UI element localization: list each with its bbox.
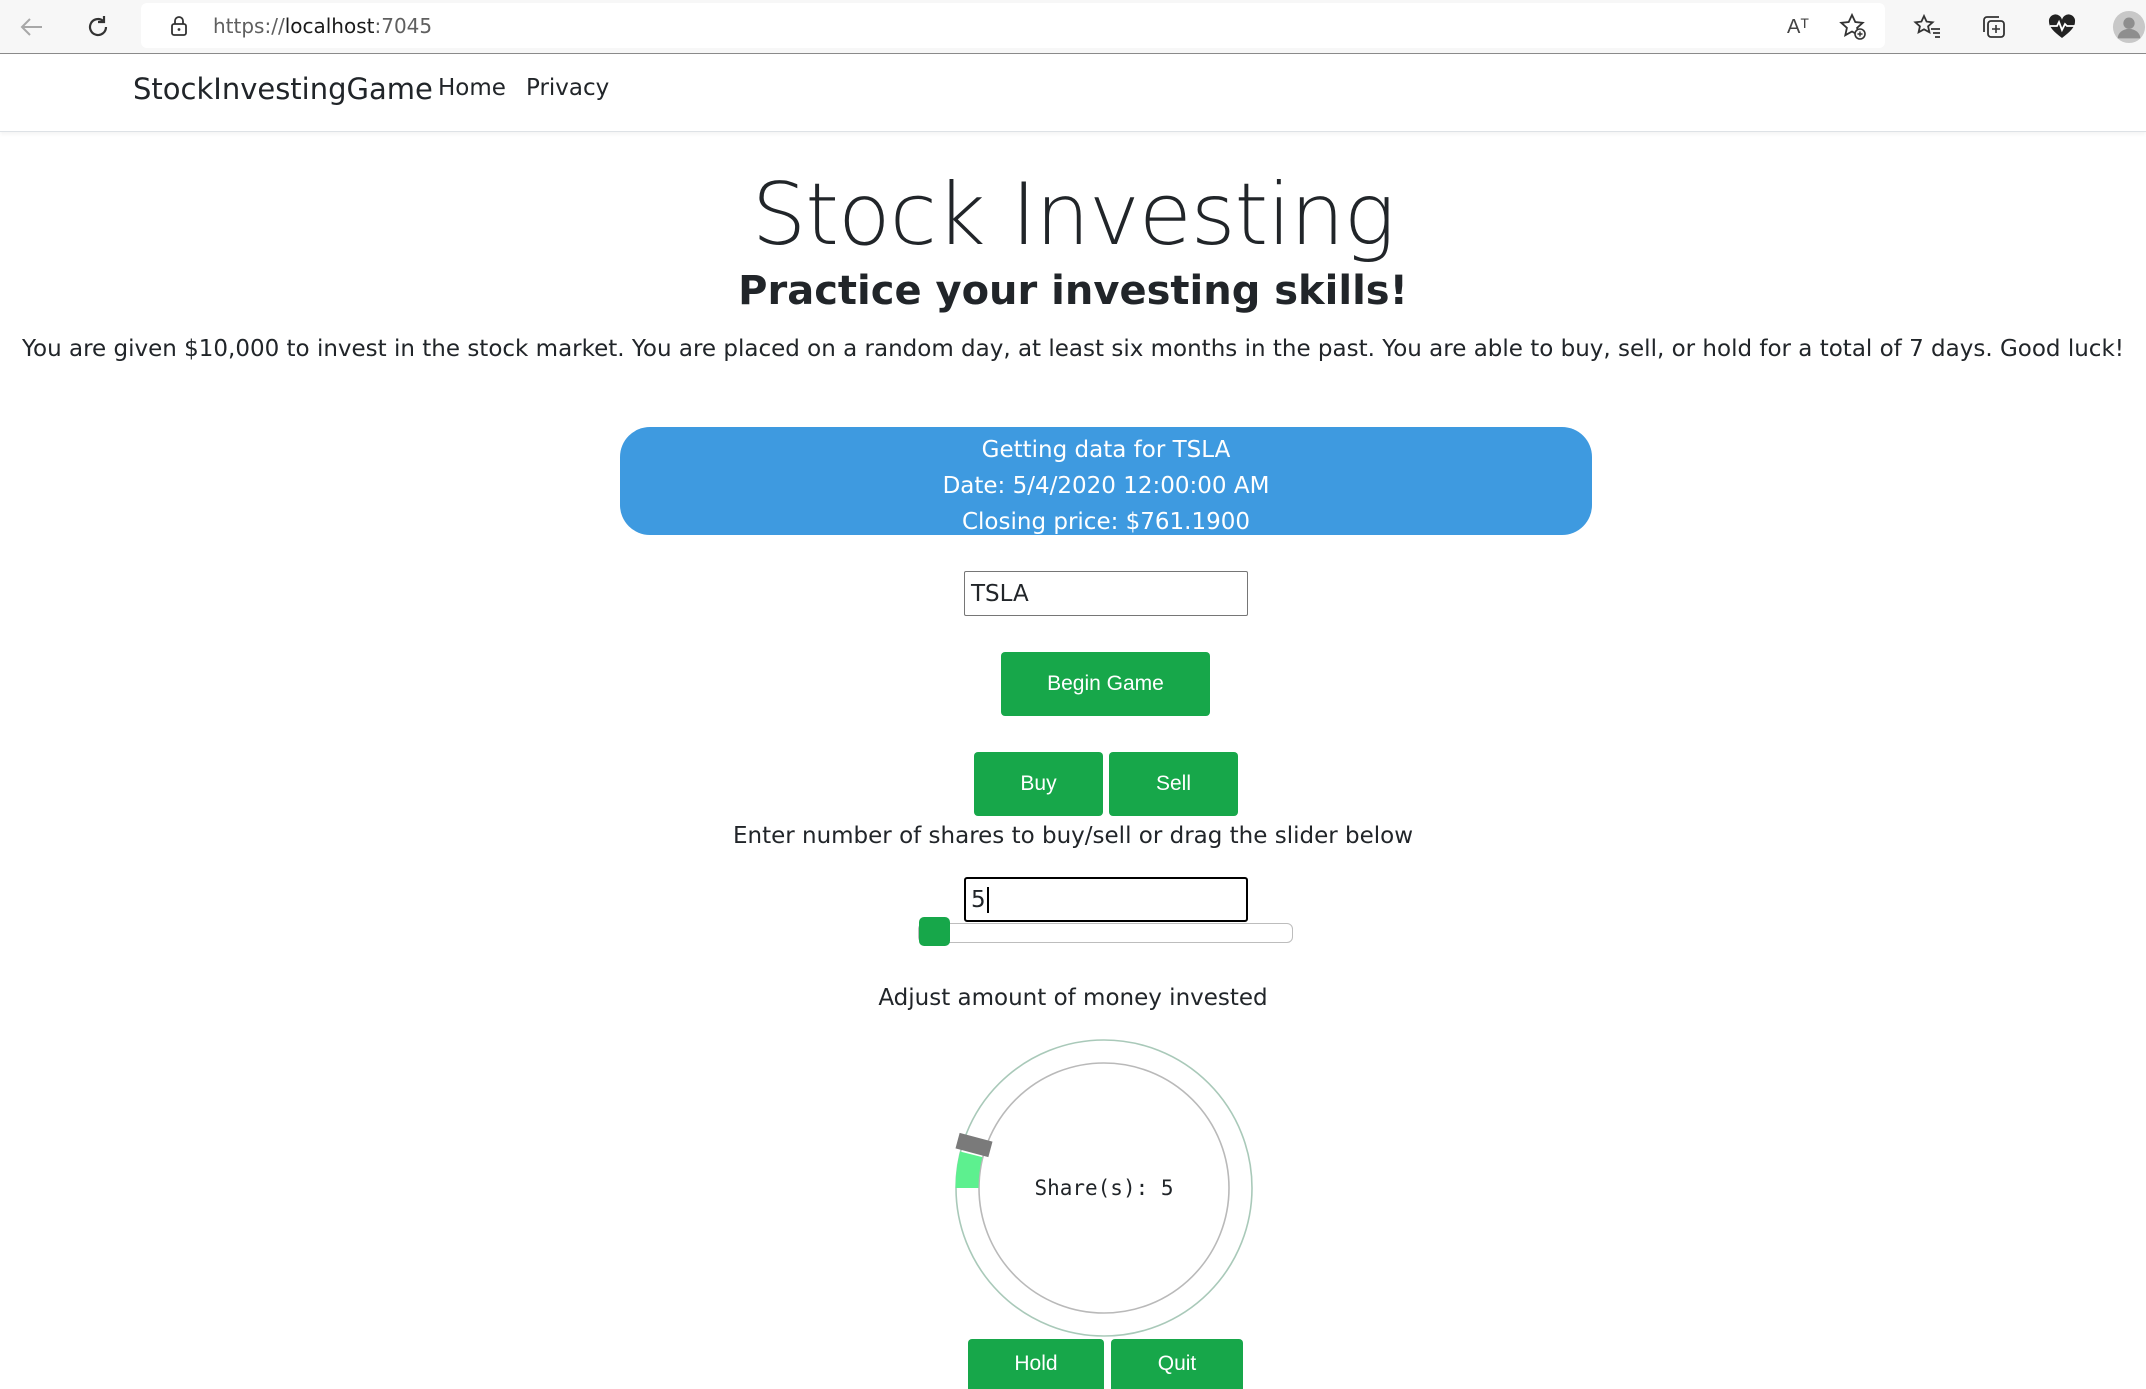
profile-avatar-icon bbox=[2112, 10, 2146, 44]
shares-input-value: 5 bbox=[971, 886, 986, 913]
shares-slider-track[interactable] bbox=[918, 923, 1293, 943]
status-line-price: Closing price: $761.1900 bbox=[961, 509, 1251, 535]
buy-button[interactable]: Buy bbox=[974, 752, 1103, 816]
shares-slider-thumb[interactable] bbox=[919, 917, 950, 946]
favorites-icon bbox=[1913, 13, 1940, 38]
profile-button[interactable] bbox=[2112, 9, 2146, 45]
quit-button[interactable]: Quit bbox=[1111, 1339, 1243, 1389]
knob-readout: Share(s): 5 bbox=[1034, 1176, 1174, 1200]
knob-label: Adjust amount of money invested bbox=[878, 985, 1268, 1011]
sell-button[interactable]: Sell bbox=[1109, 752, 1238, 816]
ticker-input[interactable]: TSLA bbox=[964, 571, 1248, 616]
text-caret bbox=[986, 886, 989, 913]
url-text: https://localhost:7045 bbox=[213, 14, 432, 38]
page-title: Stock Investing bbox=[751, 165, 1396, 265]
refresh-icon bbox=[88, 16, 108, 37]
hold-button[interactable]: Hold bbox=[968, 1339, 1104, 1389]
status-box: Getting data for TSLA Date: 5/4/2020 12:… bbox=[620, 427, 1592, 535]
collections-icon bbox=[1983, 16, 2005, 38]
address-bar[interactable]: https://localhost:7045 bbox=[141, 3, 1885, 48]
read-aloud-button[interactable]: Aᵀ bbox=[1780, 9, 1816, 45]
url-port: :7045 bbox=[374, 13, 433, 38]
site-navbar: StockInvestingGame Home Privacy bbox=[0, 55, 2146, 132]
nav-link-privacy[interactable]: Privacy bbox=[526, 75, 609, 101]
health-icon bbox=[2048, 14, 2076, 38]
status-line-ticker: Getting data for TSLA bbox=[981, 437, 1231, 463]
nav-link-home[interactable]: Home bbox=[438, 75, 506, 101]
back-arrow-icon bbox=[20, 18, 42, 36]
url-host: localhost bbox=[284, 13, 375, 38]
lock-icon bbox=[171, 16, 187, 36]
collections-button[interactable] bbox=[1976, 9, 2012, 45]
status-line-date: Date: 5/4/2020 12:00:00 AM bbox=[942, 473, 1270, 499]
add-favorite-button[interactable] bbox=[1835, 9, 1871, 45]
shares-input[interactable]: 5 bbox=[964, 877, 1248, 922]
intro-text: You are given $10,000 to invest in the s… bbox=[22, 336, 2124, 362]
favorites-button[interactable] bbox=[1910, 9, 1946, 45]
page-subtitle: Practice your investing skills! bbox=[738, 268, 1408, 314]
begin-game-button[interactable]: Begin Game bbox=[1001, 652, 1210, 716]
url-scheme: https:// bbox=[213, 13, 285, 38]
shares-instruction: Enter number of shares to buy/sell or dr… bbox=[732, 823, 1414, 849]
ticker-input-value: TSLA bbox=[971, 580, 1029, 607]
browser-essentials-button[interactable] bbox=[2044, 9, 2080, 45]
refresh-button[interactable] bbox=[80, 9, 116, 45]
back-button[interactable] bbox=[14, 9, 50, 45]
read-aloud-icon: Aᵀ bbox=[1787, 15, 1809, 38]
brand-link[interactable]: StockInvestingGame bbox=[133, 72, 433, 106]
browser-toolbar: https://localhost:7045 Aᵀ bbox=[0, 0, 2146, 54]
favorite-add-icon bbox=[1839, 12, 1866, 40]
